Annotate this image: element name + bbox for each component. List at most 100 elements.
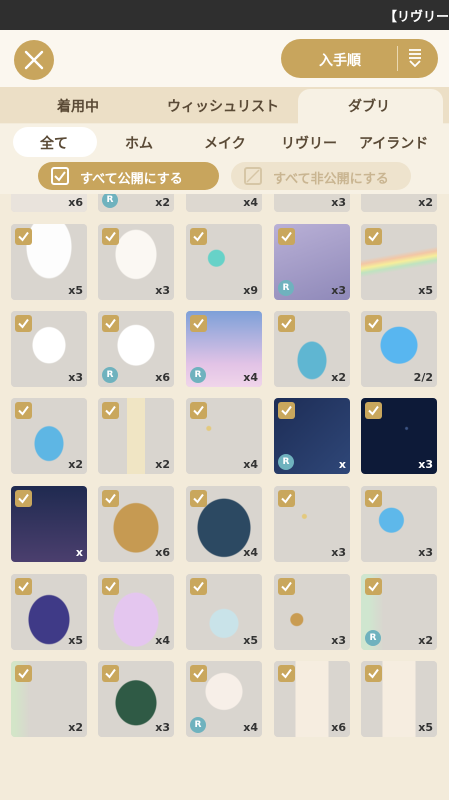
- item-tile[interactable]: x6: [11, 194, 87, 212]
- item-public-checkbox[interactable]: [365, 578, 382, 595]
- item-tile[interactable]: x3: [274, 194, 350, 212]
- make-all-private-button[interactable]: すべて非公開にする: [231, 162, 411, 190]
- check-icon: [105, 668, 116, 679]
- item-tile[interactable]: x4: [186, 486, 262, 562]
- item-public-checkbox[interactable]: [190, 402, 207, 419]
- item-public-checkbox[interactable]: [15, 402, 32, 419]
- item-count: x3: [331, 284, 346, 297]
- item-count: x4: [155, 634, 170, 647]
- item-tile[interactable]: x2: [361, 194, 437, 212]
- item-tile[interactable]: 2/2: [361, 311, 437, 387]
- filter-livly[interactable]: リヴリー: [281, 133, 337, 153]
- item-public-checkbox[interactable]: [102, 228, 119, 245]
- item-tile[interactable]: x3: [274, 486, 350, 562]
- item-tile[interactable]: x3: [361, 486, 437, 562]
- item-public-checkbox[interactable]: [102, 490, 119, 507]
- item-public-checkbox[interactable]: [278, 490, 295, 507]
- item-public-checkbox[interactable]: [365, 315, 382, 332]
- item-tile[interactable]: Rx4: [186, 661, 262, 737]
- check-icon: [193, 318, 204, 329]
- item-public-checkbox[interactable]: [365, 402, 382, 419]
- check-icon: [281, 231, 292, 242]
- filter-home[interactable]: ホム: [125, 133, 153, 153]
- item-tile[interactable]: x4: [98, 574, 174, 650]
- sort-icon: [409, 49, 421, 68]
- item-tile[interactable]: x6: [274, 661, 350, 737]
- app-title-bar: 【リヴリー: [0, 0, 449, 30]
- sort-order-button[interactable]: 入手順: [281, 39, 438, 78]
- item-public-checkbox[interactable]: [190, 665, 207, 682]
- check-icon: [193, 493, 204, 504]
- tab-wearing[interactable]: 着用中: [57, 96, 99, 116]
- item-tile[interactable]: x3: [274, 574, 350, 650]
- item-tile[interactable]: x2: [11, 661, 87, 737]
- item-public-checkbox[interactable]: [102, 315, 119, 332]
- item-public-checkbox[interactable]: [278, 578, 295, 595]
- item-tile[interactable]: Rx6: [98, 311, 174, 387]
- item-tile[interactable]: x9: [186, 224, 262, 300]
- item-tile[interactable]: x: [11, 486, 87, 562]
- item-tile[interactable]: x4: [186, 398, 262, 474]
- check-icon: [368, 318, 379, 329]
- item-count: x3: [68, 371, 83, 384]
- item-public-checkbox[interactable]: [190, 578, 207, 595]
- item-tile[interactable]: x5: [186, 574, 262, 650]
- item-tile[interactable]: x3: [98, 661, 174, 737]
- item-tile[interactable]: x2: [274, 311, 350, 387]
- item-tile[interactable]: x4: [186, 194, 262, 212]
- check-icon: [105, 318, 116, 329]
- item-count: x6: [331, 721, 346, 734]
- item-public-checkbox[interactable]: [365, 228, 382, 245]
- item-count: x6: [155, 546, 170, 559]
- item-tile[interactable]: x5: [11, 574, 87, 650]
- rare-badge-icon: R: [190, 367, 206, 383]
- item-public-checkbox[interactable]: [278, 228, 295, 245]
- item-count: x4: [243, 458, 258, 471]
- check-icon: [193, 231, 204, 242]
- item-tile[interactable]: x3: [98, 224, 174, 300]
- item-public-checkbox[interactable]: [190, 490, 207, 507]
- item-public-checkbox[interactable]: [102, 665, 119, 682]
- item-tile[interactable]: x2: [11, 398, 87, 474]
- close-button[interactable]: [14, 40, 54, 80]
- item-tile[interactable]: x5: [361, 224, 437, 300]
- item-public-checkbox[interactable]: [102, 578, 119, 595]
- rare-badge-icon: R: [365, 630, 381, 646]
- item-tile[interactable]: x2: [98, 398, 174, 474]
- item-public-checkbox[interactable]: [278, 315, 295, 332]
- item-public-checkbox[interactable]: [190, 315, 207, 332]
- item-tile[interactable]: x3: [11, 311, 87, 387]
- tab-duplicates[interactable]: ダブリ: [348, 96, 390, 116]
- item-public-checkbox[interactable]: [15, 315, 32, 332]
- item-grid: x6 Rx2 x4 x3 x2 x5 x3 x9 Rx3 x5 x3 Rx6 Rx4 x2 2/2 x2 x2 x…: [0, 194, 449, 800]
- item-public-checkbox[interactable]: [15, 665, 32, 682]
- close-icon: [24, 50, 44, 70]
- item-public-checkbox[interactable]: [365, 490, 382, 507]
- item-public-checkbox[interactable]: [365, 665, 382, 682]
- item-public-checkbox[interactable]: [15, 490, 32, 507]
- item-tile[interactable]: x3: [361, 398, 437, 474]
- make-all-public-button[interactable]: すべて公開にする: [38, 162, 219, 190]
- item-tile[interactable]: Rx2: [98, 194, 174, 212]
- item-public-checkbox[interactable]: [278, 665, 295, 682]
- tab-wishlist[interactable]: ウィッシュリスト: [167, 96, 279, 116]
- item-tile[interactable]: Rx: [274, 398, 350, 474]
- item-tile[interactable]: Rx4: [186, 311, 262, 387]
- item-tile[interactable]: Rx3: [274, 224, 350, 300]
- item-public-checkbox[interactable]: [15, 578, 32, 595]
- item-public-checkbox[interactable]: [278, 402, 295, 419]
- item-public-checkbox[interactable]: [102, 402, 119, 419]
- item-public-checkbox[interactable]: [15, 228, 32, 245]
- item-public-checkbox[interactable]: [190, 228, 207, 245]
- item-tile[interactable]: x5: [11, 224, 87, 300]
- item-tile[interactable]: x6: [98, 486, 174, 562]
- filter-island[interactable]: アイランド: [359, 133, 428, 153]
- check-icon: [18, 231, 29, 242]
- item-count: x5: [418, 284, 433, 297]
- filter-makeup[interactable]: メイク: [204, 133, 246, 153]
- filter-all[interactable]: 全て: [40, 133, 68, 153]
- item-tile[interactable]: Rx2: [361, 574, 437, 650]
- item-tile[interactable]: x5: [361, 661, 437, 737]
- check-icon: [193, 668, 204, 679]
- item-count: x9: [243, 284, 258, 297]
